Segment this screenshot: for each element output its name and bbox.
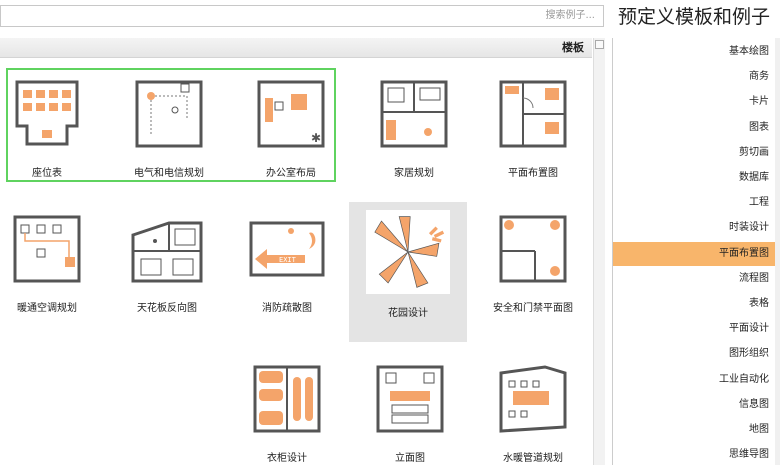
elevation-icon — [376, 365, 444, 433]
wardrobe-design-icon — [253, 365, 321, 433]
template-security-plan[interactable]: 安全和门禁平面图 — [474, 205, 592, 333]
template-home-plan[interactable]: 家居规划 — [355, 70, 473, 198]
sidebar-item[interactable]: 平面布置图 — [613, 241, 777, 266]
sidebar-item[interactable]: 平面设计 — [613, 317, 777, 341]
selection-outline — [6, 68, 336, 182]
tile-label: 消防疏散图 — [262, 303, 312, 314]
svg-text:EXIT: EXIT — [279, 256, 297, 264]
tile-label: 暖通空调规划 — [17, 303, 77, 314]
sidebar-item[interactable]: 信息图 — [613, 393, 777, 417]
category-sidebar: 基本绘图 商务 卡片 图表 剪切画 数据库 工程 时装设计 平面布置图 流程图 表格 平面设计 图形组织… — [612, 38, 780, 465]
sidebar-item[interactable]: 地图 — [613, 418, 777, 442]
sidebar-item[interactable]: 剪切画 — [613, 141, 777, 165]
sidebar-item[interactable]: 基本绘图 — [613, 40, 777, 64]
tile-label: 衣柜设计 — [267, 453, 307, 464]
sidebar-item[interactable]: 图表 — [613, 116, 777, 140]
template-reflected-ceiling[interactable]: 天花板反向图 — [108, 205, 226, 333]
tile-label: 立面图 — [395, 453, 425, 464]
sidebar-item[interactable]: 数据库 — [613, 166, 777, 190]
sidebar-item[interactable]: 表格 — [613, 292, 777, 316]
home-plan-icon — [380, 80, 448, 148]
sidebar-item[interactable]: 图形组织 — [613, 342, 777, 366]
garden-design-icon — [366, 210, 450, 294]
tile-label: 水暖管道规划 — [503, 453, 563, 464]
main-scrollbar[interactable] — [593, 38, 605, 465]
hvac-plan-icon — [13, 215, 81, 283]
security-plan-icon — [499, 215, 567, 283]
sidebar-item[interactable]: 思维导图 — [613, 443, 777, 465]
sidebar-item[interactable]: 卡片 — [613, 90, 777, 114]
tile-label: 天花板反向图 — [137, 303, 197, 314]
sidebar-item[interactable]: 商务 — [613, 65, 777, 89]
template-elevation[interactable]: 立面图 — [351, 355, 469, 465]
category-header: 楼板 — [0, 38, 592, 58]
tile-label: 家居规划 — [394, 168, 434, 179]
tile-label: 平面布置图 — [508, 168, 558, 179]
template-floor-plan[interactable]: 平面布置图 — [474, 70, 592, 198]
sidebar-item[interactable]: 时装设计 — [613, 216, 777, 240]
template-garden-design[interactable]: 花园设计 — [349, 202, 467, 342]
sidebar-item[interactable]: 工业自动化 — [613, 368, 777, 392]
template-fire-escape[interactable]: EXIT 消防疏散图 — [228, 205, 346, 333]
page-title: 预定义模板和例子 — [618, 6, 771, 28]
template-plumbing-plan[interactable]: 水暖管道规划 — [474, 355, 592, 465]
floor-plan-icon — [499, 80, 567, 148]
reflected-ceiling-icon — [131, 221, 203, 283]
sidebar-item[interactable]: 工程 — [613, 191, 777, 215]
plumbing-plan-icon — [499, 365, 567, 433]
search-placeholder: 搜索例子... — [545, 10, 595, 21]
tile-label: 花园设计 — [388, 308, 428, 319]
scroll-up-icon[interactable] — [595, 40, 604, 49]
fire-escape-icon: EXIT — [249, 221, 325, 277]
category-header-label: 楼板 — [562, 41, 584, 54]
search-input[interactable]: 搜索例子... — [0, 5, 604, 27]
template-wardrobe-design[interactable]: 衣柜设计 — [228, 355, 346, 465]
sidebar-item[interactable]: 流程图 — [613, 267, 777, 291]
sidebar-scrollbar[interactable] — [775, 38, 780, 465]
tile-label: 安全和门禁平面图 — [493, 303, 573, 314]
template-hvac-plan[interactable]: 暖通空调规划 — [0, 205, 106, 333]
